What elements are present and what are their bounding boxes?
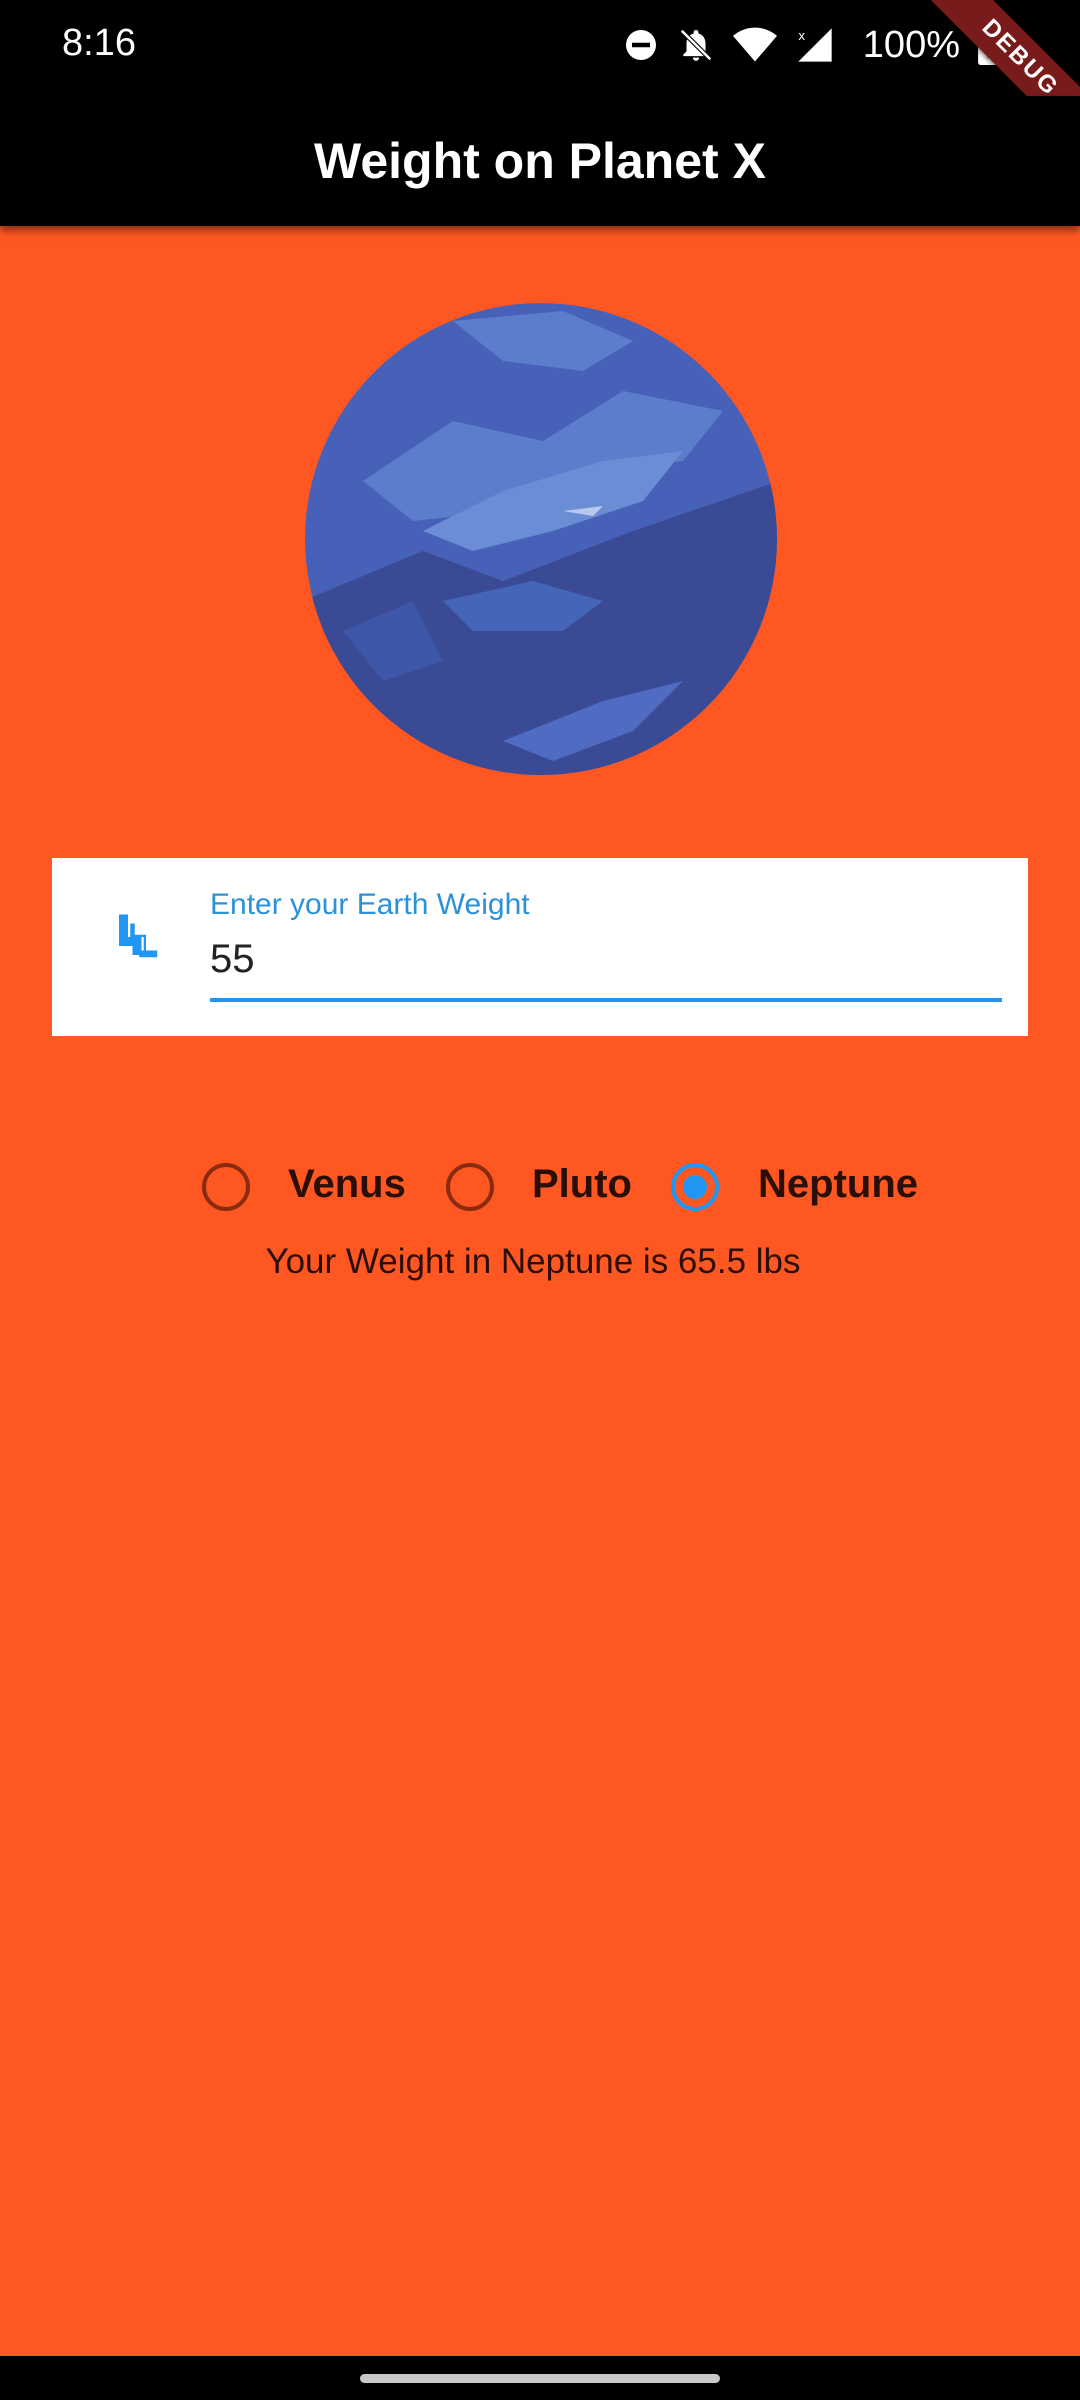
app-bar: Weight on Planet X [0, 96, 1080, 226]
radio-label-neptune[interactable]: Neptune [758, 1162, 918, 1207]
app-title: Weight on Planet X [314, 133, 766, 189]
status-icons: x 100% [623, 20, 1000, 70]
radio-venus[interactable] [202, 1163, 250, 1211]
main-content: Enter your Earth Weight Venus Pluto Nept… [0, 226, 1080, 2356]
bell-off-icon [677, 26, 715, 64]
earth-weight-input[interactable] [210, 926, 1000, 992]
navigation-bar [0, 2356, 1080, 2400]
radio-pluto[interactable] [446, 1163, 494, 1211]
weight-input-label: Enter your Earth Weight [210, 888, 530, 921]
home-indicator[interactable] [360, 2374, 720, 2383]
radio-neptune[interactable] [671, 1163, 719, 1211]
status-time: 8:16 [62, 22, 136, 64]
neptune-planet-image [303, 301, 779, 777]
svg-text:x: x [798, 28, 805, 43]
radio-label-venus[interactable]: Venus [288, 1162, 406, 1207]
dnd-icon [623, 27, 659, 63]
radio-label-pluto[interactable]: Pluto [532, 1162, 632, 1207]
wifi-icon [732, 26, 777, 64]
weight-result-text: Your Weight in Neptune is 65.5 lbs [265, 1242, 801, 1281]
signal-icon: x [795, 25, 835, 65]
status-bar: 8:16 x 100% [0, 0, 1080, 96]
weight-scale-icon [110, 910, 164, 969]
weight-input-card: Enter your Earth Weight [52, 858, 1028, 1036]
battery-percent: 100% [862, 23, 960, 66]
planet-radio-group: Venus Pluto Neptune [0, 1150, 1080, 1224]
input-underline [210, 998, 1002, 1002]
